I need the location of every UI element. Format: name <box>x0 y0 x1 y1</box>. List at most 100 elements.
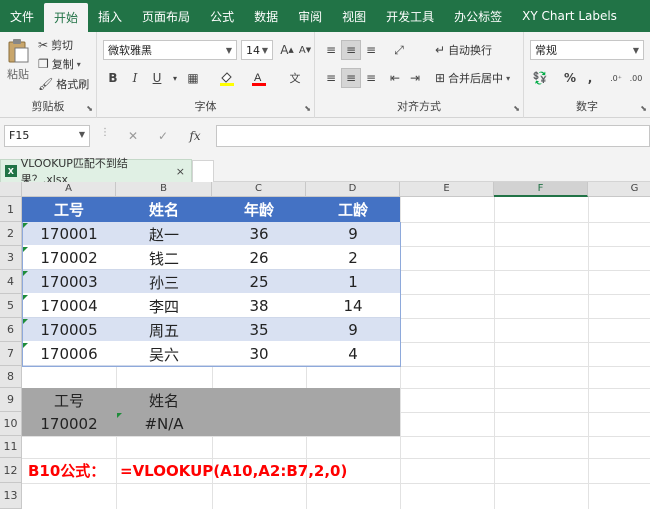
comma-button[interactable]: , <box>580 68 600 88</box>
grow-font-button[interactable]: A ▲ <box>277 40 297 60</box>
error-indicator-icon[interactable] <box>23 247 28 252</box>
font-name-select[interactable]: 微软雅黑 ▼ <box>103 40 237 60</box>
phonetic-icon[interactable]: 文 <box>285 68 305 88</box>
wrap-text-button[interactable]: ↵ 自动换行 <box>435 42 492 58</box>
table-cell[interactable]: 钱二 <box>116 246 212 270</box>
error-indicator-icon[interactable] <box>23 271 28 276</box>
error-indicator-icon[interactable] <box>23 295 28 300</box>
align-top-icon[interactable]: ≡ <box>321 40 341 60</box>
table-cell[interactable]: 周五 <box>116 318 212 342</box>
error-indicator-icon[interactable] <box>117 413 122 418</box>
lookup-value-id[interactable]: 170002 <box>22 412 116 436</box>
italic-button[interactable]: I <box>125 68 145 88</box>
table-cell[interactable]: 4 <box>306 342 400 366</box>
tab-page-layout[interactable]: 页面布局 <box>132 0 200 32</box>
lookup-header-name[interactable]: 姓名 <box>116 388 212 412</box>
table-header-cell[interactable]: 工龄 <box>306 197 400 222</box>
table-cell[interactable]: 38 <box>212 294 306 318</box>
row-header[interactable]: 2 <box>0 222 22 246</box>
table-cell[interactable]: 36 <box>212 222 306 246</box>
table-header-cell[interactable]: 工号 <box>22 197 116 222</box>
worksheet-grid[interactable]: A B C D E F G 1 2 3 4 5 6 7 8 9 10 11 12… <box>0 182 650 509</box>
column-header-c[interactable]: C <box>212 182 306 197</box>
increase-decimal-icon[interactable]: .0⁺ <box>606 68 626 88</box>
tab-office-tab[interactable]: 办公标签 <box>444 0 512 32</box>
table-cell[interactable]: 李四 <box>116 294 212 318</box>
table-cell[interactable]: 170003 <box>22 270 116 294</box>
column-header-e[interactable]: E <box>400 182 494 197</box>
chevron-down-icon[interactable]: ▼ <box>79 130 85 139</box>
number-format-select[interactable]: 常规 ▼ <box>530 40 644 60</box>
table-cell[interactable]: 170002 <box>22 246 116 270</box>
column-header-f[interactable]: F <box>494 182 588 197</box>
error-indicator-icon[interactable] <box>23 319 28 324</box>
decrease-decimal-icon[interactable]: .00 <box>626 68 646 88</box>
table-cell[interactable]: 14 <box>306 294 400 318</box>
tab-insert[interactable]: 插入 <box>88 0 132 32</box>
chevron-down-icon[interactable]: ▾ <box>165 68 185 88</box>
enter-formula-button[interactable]: ✓ <box>152 126 174 146</box>
formula-input[interactable] <box>216 125 650 147</box>
currency-icon[interactable]: 💱 <box>530 68 550 88</box>
error-indicator-icon[interactable] <box>23 343 28 348</box>
align-center-icon[interactable]: ≡ <box>341 68 361 88</box>
tab-review[interactable]: 审阅 <box>288 0 332 32</box>
dialog-launcher-icon[interactable]: ⬊ <box>86 104 93 113</box>
merge-center-button[interactable]: ⊞ 合并后居中 ▾ <box>435 70 510 86</box>
row-header[interactable]: 5 <box>0 294 22 318</box>
cancel-formula-button[interactable]: ✕ <box>122 126 144 146</box>
tab-developer[interactable]: 开发工具 <box>376 0 444 32</box>
table-cell[interactable]: 9 <box>306 222 400 246</box>
dialog-launcher-icon[interactable]: ⬊ <box>304 104 311 113</box>
orientation-icon[interactable]: ⤢ <box>389 40 409 60</box>
table-cell[interactable]: 170006 <box>22 342 116 366</box>
increase-indent-icon[interactable]: ⇥ <box>405 68 425 88</box>
table-cell[interactable]: 吴六 <box>116 342 212 366</box>
table-cell[interactable]: 170004 <box>22 294 116 318</box>
paste-button[interactable]: 粘贴 <box>6 38 30 82</box>
dialog-launcher-icon[interactable]: ⬊ <box>513 104 520 113</box>
select-all-corner[interactable] <box>0 182 22 197</box>
row-header[interactable]: 8 <box>0 366 22 388</box>
align-right-icon[interactable]: ≡ <box>361 68 381 88</box>
table-cell[interactable]: 30 <box>212 342 306 366</box>
cut-button[interactable]: ✂ 剪切 <box>38 37 73 53</box>
align-bottom-icon[interactable]: ≡ <box>361 40 381 60</box>
table-cell[interactable]: 9 <box>306 318 400 342</box>
row-header[interactable]: 4 <box>0 270 22 294</box>
table-cell[interactable]: 170005 <box>22 318 116 342</box>
row-header[interactable]: 13 <box>0 483 22 509</box>
table-cell[interactable]: 35 <box>212 318 306 342</box>
borders-button[interactable]: ▦ <box>183 68 203 88</box>
row-header[interactable]: 11 <box>0 436 22 458</box>
row-header[interactable]: 7 <box>0 342 22 366</box>
align-middle-icon[interactable]: ≡ <box>341 40 361 60</box>
column-header-d[interactable]: D <box>306 182 400 197</box>
new-tab-button[interactable] <box>192 160 214 182</box>
table-cell[interactable]: 赵一 <box>116 222 212 246</box>
table-cell[interactable]: 1 <box>306 270 400 294</box>
font-color-button[interactable]: A <box>249 68 269 88</box>
tab-formulas[interactable]: 公式 <box>200 0 244 32</box>
fill-color-button[interactable] <box>217 68 237 88</box>
row-header[interactable]: 12 <box>0 458 22 483</box>
tab-view[interactable]: 视图 <box>332 0 376 32</box>
column-header-b[interactable]: B <box>116 182 212 197</box>
error-indicator-icon[interactable] <box>23 223 28 228</box>
font-size-select[interactable]: 14 ▼ <box>241 40 273 60</box>
tab-home[interactable]: 开始 <box>44 3 89 32</box>
lookup-result-cell[interactable]: #N/A <box>116 412 212 436</box>
row-header[interactable]: 10 <box>0 412 22 436</box>
name-box[interactable]: F15 ▼ <box>4 125 90 147</box>
table-cell[interactable]: 25 <box>212 270 306 294</box>
percent-button[interactable]: % <box>560 68 580 88</box>
shrink-font-button[interactable]: A ▼ <box>295 40 315 60</box>
column-header-g[interactable]: G <box>588 182 650 197</box>
format-painter-button[interactable]: 🖌 格式刷 <box>38 76 89 92</box>
table-cell[interactable]: 26 <box>212 246 306 270</box>
align-left-icon[interactable]: ≡ <box>321 68 341 88</box>
insert-function-button[interactable]: fx <box>184 126 206 146</box>
table-header-cell[interactable]: 年龄 <box>212 197 306 222</box>
underline-button[interactable]: U <box>147 68 167 88</box>
row-header[interactable]: 9 <box>0 388 22 412</box>
